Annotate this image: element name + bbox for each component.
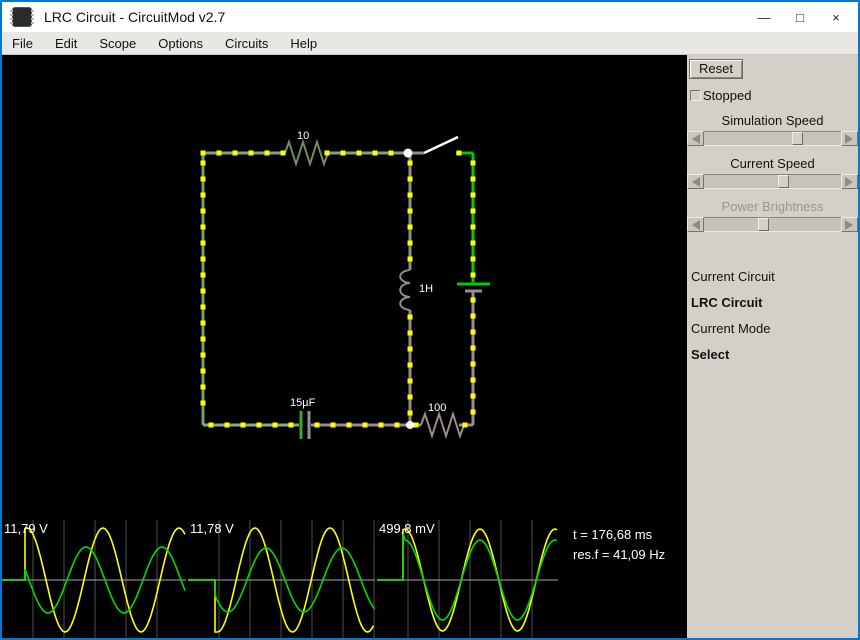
wire-source-positive[interactable] bbox=[456, 151, 475, 282]
scope-panel-3-label: 499,8 mV bbox=[379, 521, 435, 536]
stopped-checkbox-label: Stopped bbox=[703, 88, 752, 103]
slider-thumb[interactable] bbox=[778, 175, 790, 188]
menu-scope[interactable]: Scope bbox=[99, 36, 136, 51]
simulation-speed-label: Simulation Speed bbox=[721, 113, 824, 128]
control-sidebar: Reset Stopped Simulation Speed Current S… bbox=[687, 55, 858, 638]
power-brightness-label: Power Brightness bbox=[721, 199, 824, 214]
resistor-100[interactable] bbox=[420, 410, 465, 440]
slider-track[interactable] bbox=[704, 174, 841, 189]
time-readout: t = 176,68 ms bbox=[573, 527, 653, 542]
slider-track[interactable] bbox=[704, 217, 841, 232]
slider-track[interactable] bbox=[704, 131, 841, 146]
menu-help[interactable]: Help bbox=[290, 36, 317, 51]
maximize-button[interactable]: □ bbox=[782, 2, 818, 32]
capacitor-15uf-label: 15µF bbox=[290, 397, 316, 409]
menu-file[interactable]: File bbox=[12, 36, 33, 51]
capacitor-15uf[interactable] bbox=[299, 411, 311, 439]
slider-thumb[interactable] bbox=[757, 218, 769, 231]
slider-right-arrow-icon[interactable] bbox=[841, 217, 858, 232]
slider-right-arrow-icon[interactable] bbox=[841, 174, 858, 189]
current-dots bbox=[200, 150, 476, 428]
menu-bar: File Edit Scope Options Circuits Help bbox=[2, 32, 858, 55]
voltage-source[interactable] bbox=[457, 282, 490, 293]
current-mode-heading: Current Mode bbox=[691, 321, 771, 336]
resistor-10-label: 10 bbox=[297, 130, 310, 142]
current-circuit-heading: Current Circuit bbox=[691, 269, 775, 284]
menu-circuits[interactable]: Circuits bbox=[225, 36, 268, 51]
close-button[interactable]: × bbox=[818, 2, 854, 32]
slider-left-arrow-icon[interactable] bbox=[687, 131, 704, 146]
power-brightness-slider[interactable] bbox=[687, 217, 858, 232]
inductor-1h-label: 1H bbox=[419, 283, 434, 295]
scope-panel-1[interactable]: 11,79 V bbox=[2, 520, 186, 638]
slider-left-arrow-icon[interactable] bbox=[687, 174, 704, 189]
slider-left-arrow-icon[interactable] bbox=[687, 217, 704, 232]
current-circuit-value: LRC Circuit bbox=[691, 295, 763, 310]
resistor-10[interactable] bbox=[284, 138, 329, 168]
scope-panel-1-label: 11,79 V bbox=[4, 521, 48, 536]
scope-panel-2[interactable]: 11,78 V bbox=[188, 520, 375, 638]
checkbox-icon[interactable] bbox=[690, 90, 701, 101]
stopped-checkbox-row[interactable]: Stopped bbox=[690, 88, 858, 103]
scope-panel-3[interactable]: 499,8 mV bbox=[377, 520, 558, 638]
simulation-stats: t = 176,68 ms res.f = 41,09 Hz bbox=[573, 525, 665, 565]
window-controls: — □ × bbox=[746, 2, 854, 32]
menu-edit[interactable]: Edit bbox=[55, 36, 77, 51]
resistor-100-label: 100 bbox=[428, 402, 447, 414]
junction-top[interactable] bbox=[403, 148, 413, 158]
app-window: LRC Circuit - CircuitMod v2.7 — □ × File… bbox=[0, 0, 860, 640]
reset-button[interactable]: Reset bbox=[689, 59, 743, 79]
resonant-frequency-readout: res.f = 41,09 Hz bbox=[573, 547, 666, 562]
circuit-canvas[interactable]: 10 1H 15µF 100 11,79 V 11,78 V 499,8 mV … bbox=[2, 55, 687, 638]
slider-thumb[interactable] bbox=[792, 132, 804, 145]
menu-options[interactable]: Options bbox=[158, 36, 203, 51]
minimize-button[interactable]: — bbox=[746, 2, 782, 32]
title-bar: LRC Circuit - CircuitMod v2.7 — □ × bbox=[2, 2, 858, 32]
current-speed-slider[interactable] bbox=[687, 174, 858, 189]
switch-lever[interactable] bbox=[423, 135, 459, 155]
current-speed-label: Current Speed bbox=[730, 156, 815, 171]
junction-bottom[interactable] bbox=[406, 421, 414, 429]
scope-panel-2-label: 11,78 V bbox=[190, 521, 234, 536]
window-title: LRC Circuit - CircuitMod v2.7 bbox=[44, 9, 226, 25]
status-block: Current Circuit LRC Circuit Current Mode… bbox=[691, 269, 858, 362]
inductor-1h[interactable] bbox=[399, 269, 411, 311]
simulation-speed-slider[interactable] bbox=[687, 131, 858, 146]
current-mode-value: Select bbox=[691, 347, 730, 362]
app-chip-icon bbox=[10, 7, 34, 27]
slider-right-arrow-icon[interactable] bbox=[841, 131, 858, 146]
